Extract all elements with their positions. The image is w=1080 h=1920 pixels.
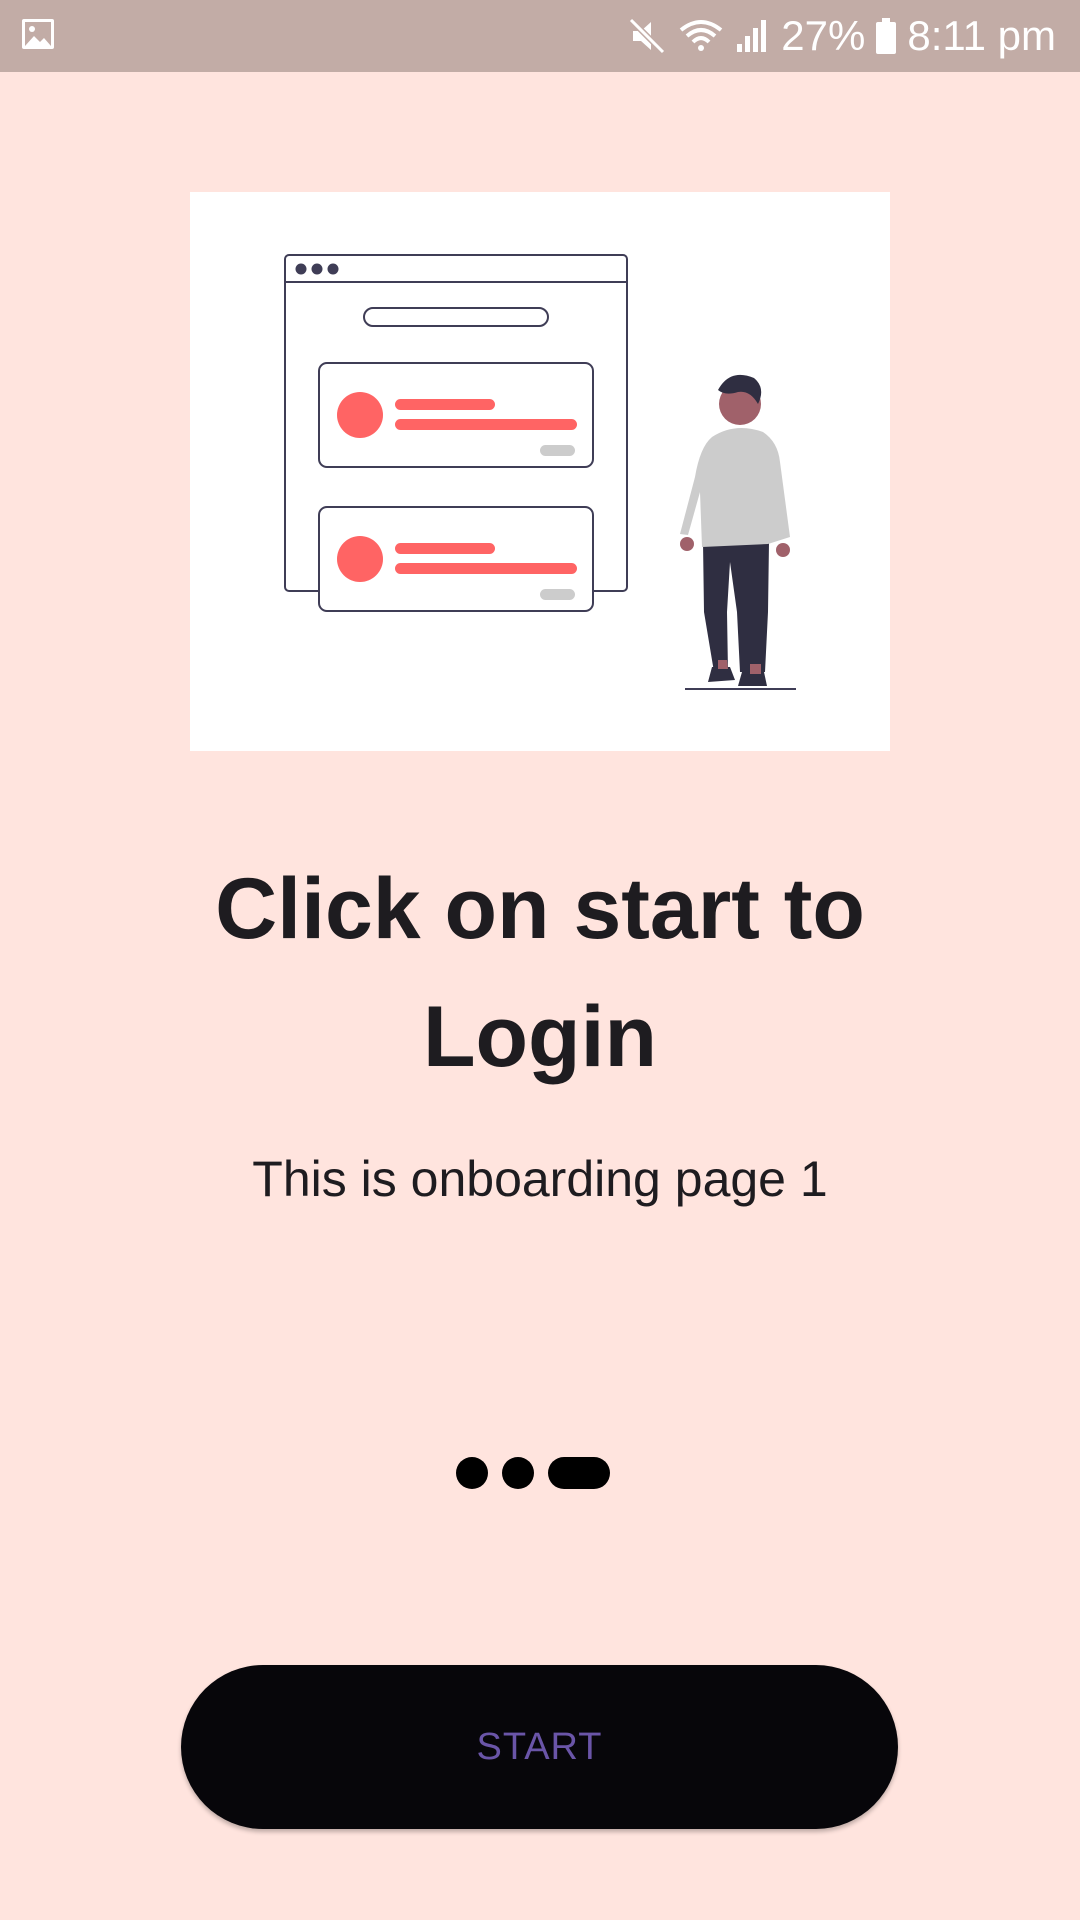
- mute-icon: [629, 17, 666, 55]
- page-indicator-dot-1[interactable]: [456, 1457, 488, 1489]
- clock: 8:11 pm: [907, 12, 1056, 59]
- start-button[interactable]: START: [181, 1665, 898, 1829]
- gallery-icon: [22, 19, 54, 49]
- page-indicator-dot-2[interactable]: [502, 1457, 534, 1489]
- page-indicator: [456, 1457, 610, 1489]
- battery-percent: 27%: [781, 12, 866, 59]
- page-indicator-dot-3-active[interactable]: [548, 1457, 610, 1489]
- status-bar: 27% 8:11 pm: [0, 0, 1080, 72]
- wifi-icon: [680, 20, 723, 51]
- battery-icon: [876, 18, 897, 54]
- page-subtitle: This is onboarding page 1: [252, 1151, 828, 1207]
- signal-icon: [737, 20, 767, 52]
- page-title: Click on start to Login: [215, 861, 865, 1085]
- status-indicators: 27% 8:11 pm: [627, 0, 1056, 72]
- onboarding-illustration: [190, 192, 890, 751]
